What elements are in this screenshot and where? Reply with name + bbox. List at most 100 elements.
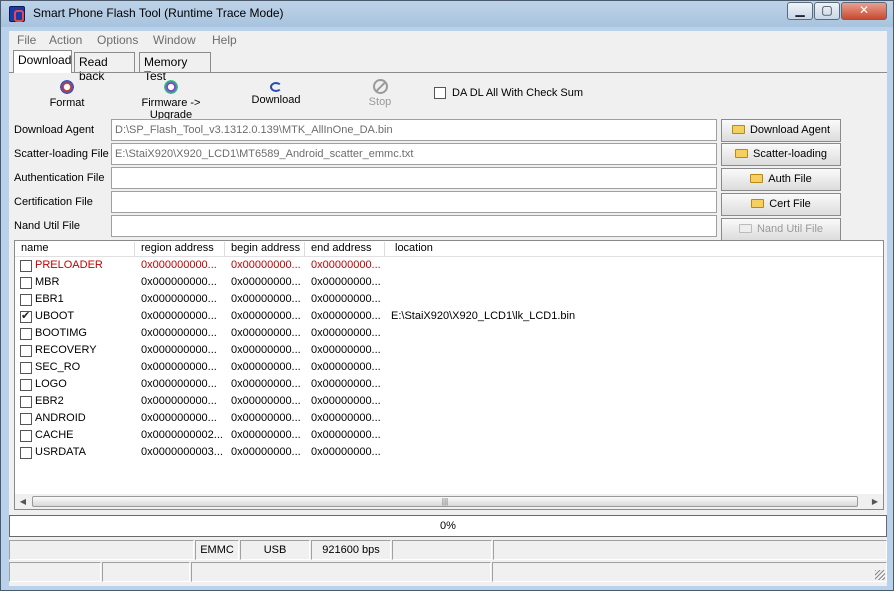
- row-checkbox[interactable]: [20, 277, 32, 289]
- menu-file[interactable]: File: [17, 33, 36, 47]
- download-agent-button[interactable]: Download Agent: [721, 119, 841, 142]
- cert-field[interactable]: [111, 191, 717, 213]
- tab-download[interactable]: Download: [13, 50, 72, 73]
- nand-field[interactable]: [111, 215, 717, 237]
- firmware-upgrade-label: Firmware -> Upgrade: [141, 97, 201, 121]
- format-button[interactable]: Format: [47, 79, 87, 109]
- tab-read-back[interactable]: Read back: [74, 52, 135, 83]
- table-row[interactable]: EBR2 0x000000000... 0x00000000... 0x0000000…: [15, 394, 883, 411]
- col-name[interactable]: name: [15, 242, 135, 257]
- table-row[interactable]: CACHE 0x0000000002... 0x00000000... 0x00000…: [15, 428, 883, 445]
- scroll-right-icon[interactable]: ▶: [869, 496, 881, 508]
- row-checkbox[interactable]: [20, 430, 32, 442]
- table-row[interactable]: USRDATA 0x0000000003... 0x00000000... 0x000…: [15, 445, 883, 462]
- table-row[interactable]: RECOVERY 0x000000000... 0x00000000... 0x000…: [15, 343, 883, 360]
- menu-help[interactable]: Help: [212, 33, 237, 47]
- col-region-address[interactable]: region address: [135, 242, 225, 257]
- folder-icon: [750, 174, 764, 183]
- status-port: USB: [240, 540, 310, 560]
- table-row[interactable]: LOGO 0x000000000... 0x00000000... 0x0000000…: [15, 377, 883, 394]
- checksum-checkbox[interactable]: [434, 87, 446, 99]
- table-row[interactable]: EBR1 0x000000000... 0x00000000... 0x0000000…: [15, 292, 883, 309]
- cell-name: RECOVERY: [35, 344, 97, 356]
- cert-file-button[interactable]: Cert File: [721, 193, 841, 216]
- cell-region: 0x000000000...: [141, 293, 217, 305]
- download-agent-field[interactable]: [111, 119, 717, 141]
- minimize-button[interactable]: ▁: [787, 2, 813, 20]
- cell-begin: 0x00000000...: [231, 344, 301, 356]
- scroll-thumb[interactable]: |||: [32, 496, 858, 507]
- stop-label: Stop: [368, 96, 392, 108]
- menu-action[interactable]: Action: [49, 33, 82, 47]
- cell-end: 0x00000000...: [311, 412, 381, 424]
- folder-icon: [735, 149, 748, 158]
- table-row[interactable]: UBOOT 0x000000000... 0x00000000... 0x000000…: [15, 309, 883, 326]
- tab-memory-test[interactable]: Memory Test: [139, 52, 211, 83]
- table-row[interactable]: MBR 0x000000000... 0x00000000... 0x00000000…: [15, 275, 883, 292]
- cell-region: 0x0000000002...: [141, 429, 223, 441]
- row-checkbox[interactable]: [20, 309, 32, 323]
- row-checkbox[interactable]: [20, 345, 32, 357]
- cell-begin: 0x00000000...: [231, 259, 301, 271]
- cell-begin: 0x00000000...: [231, 446, 301, 458]
- nand-label: Nand Util File: [14, 220, 81, 232]
- cell-region: 0x000000000...: [141, 276, 217, 288]
- nand-util-file-button[interactable]: Nand Util File: [721, 218, 841, 241]
- cell-end: 0x00000000...: [311, 276, 381, 288]
- resize-grip[interactable]: [875, 570, 885, 580]
- table-row[interactable]: BOOTIMG 0x000000000... 0x00000000... 0x0000…: [15, 326, 883, 343]
- table-row[interactable]: PRELOADER 0x000000000... 0x00000000... 0x00…: [15, 258, 883, 275]
- cell-begin: 0x00000000...: [231, 276, 301, 288]
- row-checkbox[interactable]: [20, 260, 32, 272]
- format-label: Format: [49, 97, 85, 109]
- row-checkbox[interactable]: [20, 362, 32, 374]
- row-checkbox[interactable]: [20, 379, 32, 391]
- col-end-address[interactable]: end address: [305, 242, 385, 257]
- cell-end: 0x00000000...: [311, 344, 381, 356]
- folder-icon: [738, 224, 752, 233]
- table-header: name region address begin address end ad…: [15, 241, 883, 257]
- cell-end: 0x00000000...: [311, 310, 381, 322]
- col-location[interactable]: location: [389, 242, 509, 257]
- scatter-label: Scatter-loading File: [14, 148, 109, 160]
- auth-file-button[interactable]: Auth File: [721, 168, 841, 191]
- download-agent-button-label: Download Agent: [749, 124, 831, 136]
- row-checkbox[interactable]: [20, 328, 32, 340]
- cell-begin: 0x00000000...: [231, 429, 301, 441]
- auth-field[interactable]: [111, 167, 717, 189]
- close-button[interactable]: ✕: [841, 2, 887, 20]
- cell-name: EBR2: [35, 395, 64, 407]
- row-checkbox[interactable]: [20, 447, 32, 459]
- menu-window[interactable]: Window: [153, 33, 196, 47]
- maximize-button[interactable]: ▢: [814, 2, 840, 20]
- row-checkbox[interactable]: [20, 294, 32, 306]
- cell-end: 0x00000000...: [311, 378, 381, 390]
- cell-begin: 0x00000000...: [231, 395, 301, 407]
- stop-button[interactable]: Stop: [365, 79, 395, 108]
- cell-name: PRELOADER: [35, 259, 103, 271]
- horizontal-scrollbar[interactable]: ◀ ||| ▶: [15, 494, 883, 509]
- status-cell-empty: [493, 540, 887, 560]
- status-cell-empty: [102, 562, 190, 582]
- firmware-upgrade-button[interactable]: Firmware -> Upgrade: [119, 79, 223, 121]
- cell-region: 0x000000000...: [141, 395, 217, 407]
- cell-end: 0x00000000...: [311, 327, 381, 339]
- status-bar-top: EMMC USB 921600 bps: [9, 539, 887, 560]
- row-checkbox[interactable]: [20, 413, 32, 425]
- download-button[interactable]: Download: [249, 79, 303, 106]
- col-begin-address[interactable]: begin address: [225, 242, 305, 257]
- status-cell-empty: [9, 562, 101, 582]
- table-row[interactable]: SEC_RO 0x000000000... 0x00000000... 0x00000…: [15, 360, 883, 377]
- scatter-field[interactable]: [111, 143, 717, 165]
- menu-options[interactable]: Options: [97, 33, 138, 47]
- cell-begin: 0x00000000...: [231, 293, 301, 305]
- cell-end: 0x00000000...: [311, 429, 381, 441]
- cell-end: 0x00000000...: [311, 259, 381, 271]
- row-checkbox[interactable]: [20, 396, 32, 408]
- scroll-left-icon[interactable]: ◀: [17, 496, 29, 508]
- cell-begin: 0x00000000...: [231, 361, 301, 373]
- cell-name: SEC_RO: [35, 361, 81, 373]
- table-row[interactable]: ANDROID 0x000000000... 0x00000000... 0x0000…: [15, 411, 883, 428]
- scatter-loading-button[interactable]: Scatter-loading: [721, 143, 841, 166]
- cell-region: 0x000000000...: [141, 378, 217, 390]
